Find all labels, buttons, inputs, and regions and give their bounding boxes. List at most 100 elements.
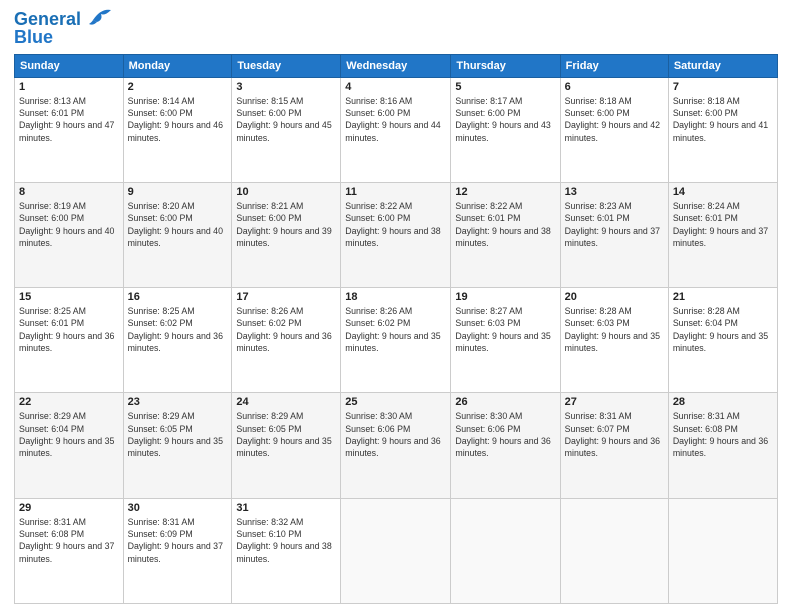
day-info: Sunrise: 8:29 AMSunset: 6:05 PMDaylight:… (236, 411, 331, 458)
calendar-cell: 5 Sunrise: 8:17 AMSunset: 6:00 PMDayligh… (451, 77, 560, 182)
day-number: 30 (128, 502, 228, 514)
day-number: 10 (236, 186, 336, 198)
day-number: 21 (673, 291, 773, 303)
day-info: Sunrise: 8:31 AMSunset: 6:08 PMDaylight:… (19, 517, 114, 564)
day-info: Sunrise: 8:29 AMSunset: 6:04 PMDaylight:… (19, 411, 114, 458)
day-number: 20 (565, 291, 664, 303)
week-row-5: 29 Sunrise: 8:31 AMSunset: 6:08 PMDaylig… (15, 498, 778, 603)
week-row-2: 8 Sunrise: 8:19 AMSunset: 6:00 PMDayligh… (15, 182, 778, 287)
calendar-cell: 20 Sunrise: 8:28 AMSunset: 6:03 PMDaylig… (560, 288, 668, 393)
calendar-cell: 27 Sunrise: 8:31 AMSunset: 6:07 PMDaylig… (560, 393, 668, 498)
day-info: Sunrise: 8:25 AMSunset: 6:02 PMDaylight:… (128, 306, 223, 353)
week-row-4: 22 Sunrise: 8:29 AMSunset: 6:04 PMDaylig… (15, 393, 778, 498)
calendar-cell: 29 Sunrise: 8:31 AMSunset: 6:08 PMDaylig… (15, 498, 124, 603)
day-number: 6 (565, 81, 664, 93)
calendar-cell: 11 Sunrise: 8:22 AMSunset: 6:00 PMDaylig… (341, 182, 451, 287)
logo-general: General (14, 9, 81, 29)
calendar-cell: 6 Sunrise: 8:18 AMSunset: 6:00 PMDayligh… (560, 77, 668, 182)
calendar-cell (341, 498, 451, 603)
page: General Blue SundayMondayTuesdayWednesda… (0, 0, 792, 612)
calendar-cell: 15 Sunrise: 8:25 AMSunset: 6:01 PMDaylig… (15, 288, 124, 393)
day-number: 13 (565, 186, 664, 198)
day-info: Sunrise: 8:18 AMSunset: 6:00 PMDaylight:… (673, 96, 768, 143)
week-row-1: 1 Sunrise: 8:13 AMSunset: 6:01 PMDayligh… (15, 77, 778, 182)
weekday-friday: Friday (560, 54, 668, 77)
day-info: Sunrise: 8:18 AMSunset: 6:00 PMDaylight:… (565, 96, 660, 143)
day-info: Sunrise: 8:24 AMSunset: 6:01 PMDaylight:… (673, 201, 768, 248)
day-info: Sunrise: 8:28 AMSunset: 6:03 PMDaylight:… (565, 306, 660, 353)
calendar-cell: 9 Sunrise: 8:20 AMSunset: 6:00 PMDayligh… (123, 182, 232, 287)
weekday-wednesday: Wednesday (341, 54, 451, 77)
calendar-cell: 26 Sunrise: 8:30 AMSunset: 6:06 PMDaylig… (451, 393, 560, 498)
calendar-cell: 8 Sunrise: 8:19 AMSunset: 6:00 PMDayligh… (15, 182, 124, 287)
calendar-cell: 24 Sunrise: 8:29 AMSunset: 6:05 PMDaylig… (232, 393, 341, 498)
day-number: 12 (455, 186, 555, 198)
calendar-cell (560, 498, 668, 603)
day-number: 23 (128, 396, 228, 408)
calendar-cell: 18 Sunrise: 8:26 AMSunset: 6:02 PMDaylig… (341, 288, 451, 393)
logo-blue: Blue (14, 28, 53, 48)
calendar-cell: 31 Sunrise: 8:32 AMSunset: 6:10 PMDaylig… (232, 498, 341, 603)
day-number: 7 (673, 81, 773, 93)
calendar-table: SundayMondayTuesdayWednesdayThursdayFrid… (14, 54, 778, 604)
day-number: 2 (128, 81, 228, 93)
day-info: Sunrise: 8:28 AMSunset: 6:04 PMDaylight:… (673, 306, 768, 353)
day-number: 31 (236, 502, 336, 514)
calendar-cell: 23 Sunrise: 8:29 AMSunset: 6:05 PMDaylig… (123, 393, 232, 498)
day-number: 25 (345, 396, 446, 408)
header: General Blue (14, 10, 778, 48)
day-number: 28 (673, 396, 773, 408)
day-info: Sunrise: 8:30 AMSunset: 6:06 PMDaylight:… (345, 411, 440, 458)
weekday-thursday: Thursday (451, 54, 560, 77)
day-number: 24 (236, 396, 336, 408)
day-number: 9 (128, 186, 228, 198)
calendar-cell: 21 Sunrise: 8:28 AMSunset: 6:04 PMDaylig… (668, 288, 777, 393)
day-number: 18 (345, 291, 446, 303)
day-number: 11 (345, 186, 446, 198)
calendar-cell: 30 Sunrise: 8:31 AMSunset: 6:09 PMDaylig… (123, 498, 232, 603)
calendar-cell: 14 Sunrise: 8:24 AMSunset: 6:01 PMDaylig… (668, 182, 777, 287)
day-info: Sunrise: 8:19 AMSunset: 6:00 PMDaylight:… (19, 201, 114, 248)
weekday-monday: Monday (123, 54, 232, 77)
weekday-header-row: SundayMondayTuesdayWednesdayThursdayFrid… (15, 54, 778, 77)
weekday-sunday: Sunday (15, 54, 124, 77)
calendar-cell: 2 Sunrise: 8:14 AMSunset: 6:00 PMDayligh… (123, 77, 232, 182)
day-info: Sunrise: 8:17 AMSunset: 6:00 PMDaylight:… (455, 96, 550, 143)
day-info: Sunrise: 8:20 AMSunset: 6:00 PMDaylight:… (128, 201, 223, 248)
day-number: 1 (19, 81, 119, 93)
day-number: 15 (19, 291, 119, 303)
day-number: 5 (455, 81, 555, 93)
calendar-cell: 22 Sunrise: 8:29 AMSunset: 6:04 PMDaylig… (15, 393, 124, 498)
day-number: 19 (455, 291, 555, 303)
day-info: Sunrise: 8:21 AMSunset: 6:00 PMDaylight:… (236, 201, 331, 248)
day-info: Sunrise: 8:23 AMSunset: 6:01 PMDaylight:… (565, 201, 660, 248)
day-number: 16 (128, 291, 228, 303)
day-info: Sunrise: 8:15 AMSunset: 6:00 PMDaylight:… (236, 96, 331, 143)
day-info: Sunrise: 8:29 AMSunset: 6:05 PMDaylight:… (128, 411, 223, 458)
logo: General Blue (14, 10, 111, 48)
day-info: Sunrise: 8:31 AMSunset: 6:09 PMDaylight:… (128, 517, 223, 564)
day-number: 17 (236, 291, 336, 303)
day-info: Sunrise: 8:31 AMSunset: 6:07 PMDaylight:… (565, 411, 660, 458)
day-number: 3 (236, 81, 336, 93)
day-info: Sunrise: 8:16 AMSunset: 6:00 PMDaylight:… (345, 96, 440, 143)
day-info: Sunrise: 8:22 AMSunset: 6:00 PMDaylight:… (345, 201, 440, 248)
weekday-tuesday: Tuesday (232, 54, 341, 77)
day-number: 4 (345, 81, 446, 93)
day-number: 29 (19, 502, 119, 514)
calendar-cell: 28 Sunrise: 8:31 AMSunset: 6:08 PMDaylig… (668, 393, 777, 498)
calendar-cell (451, 498, 560, 603)
day-info: Sunrise: 8:30 AMSunset: 6:06 PMDaylight:… (455, 411, 550, 458)
calendar-cell: 12 Sunrise: 8:22 AMSunset: 6:01 PMDaylig… (451, 182, 560, 287)
day-info: Sunrise: 8:32 AMSunset: 6:10 PMDaylight:… (236, 517, 331, 564)
weekday-saturday: Saturday (668, 54, 777, 77)
day-number: 26 (455, 396, 555, 408)
day-number: 22 (19, 396, 119, 408)
day-info: Sunrise: 8:31 AMSunset: 6:08 PMDaylight:… (673, 411, 768, 458)
calendar-cell: 13 Sunrise: 8:23 AMSunset: 6:01 PMDaylig… (560, 182, 668, 287)
calendar-cell: 16 Sunrise: 8:25 AMSunset: 6:02 PMDaylig… (123, 288, 232, 393)
day-info: Sunrise: 8:25 AMSunset: 6:01 PMDaylight:… (19, 306, 114, 353)
calendar-cell: 17 Sunrise: 8:26 AMSunset: 6:02 PMDaylig… (232, 288, 341, 393)
calendar-cell: 10 Sunrise: 8:21 AMSunset: 6:00 PMDaylig… (232, 182, 341, 287)
day-info: Sunrise: 8:13 AMSunset: 6:01 PMDaylight:… (19, 96, 114, 143)
